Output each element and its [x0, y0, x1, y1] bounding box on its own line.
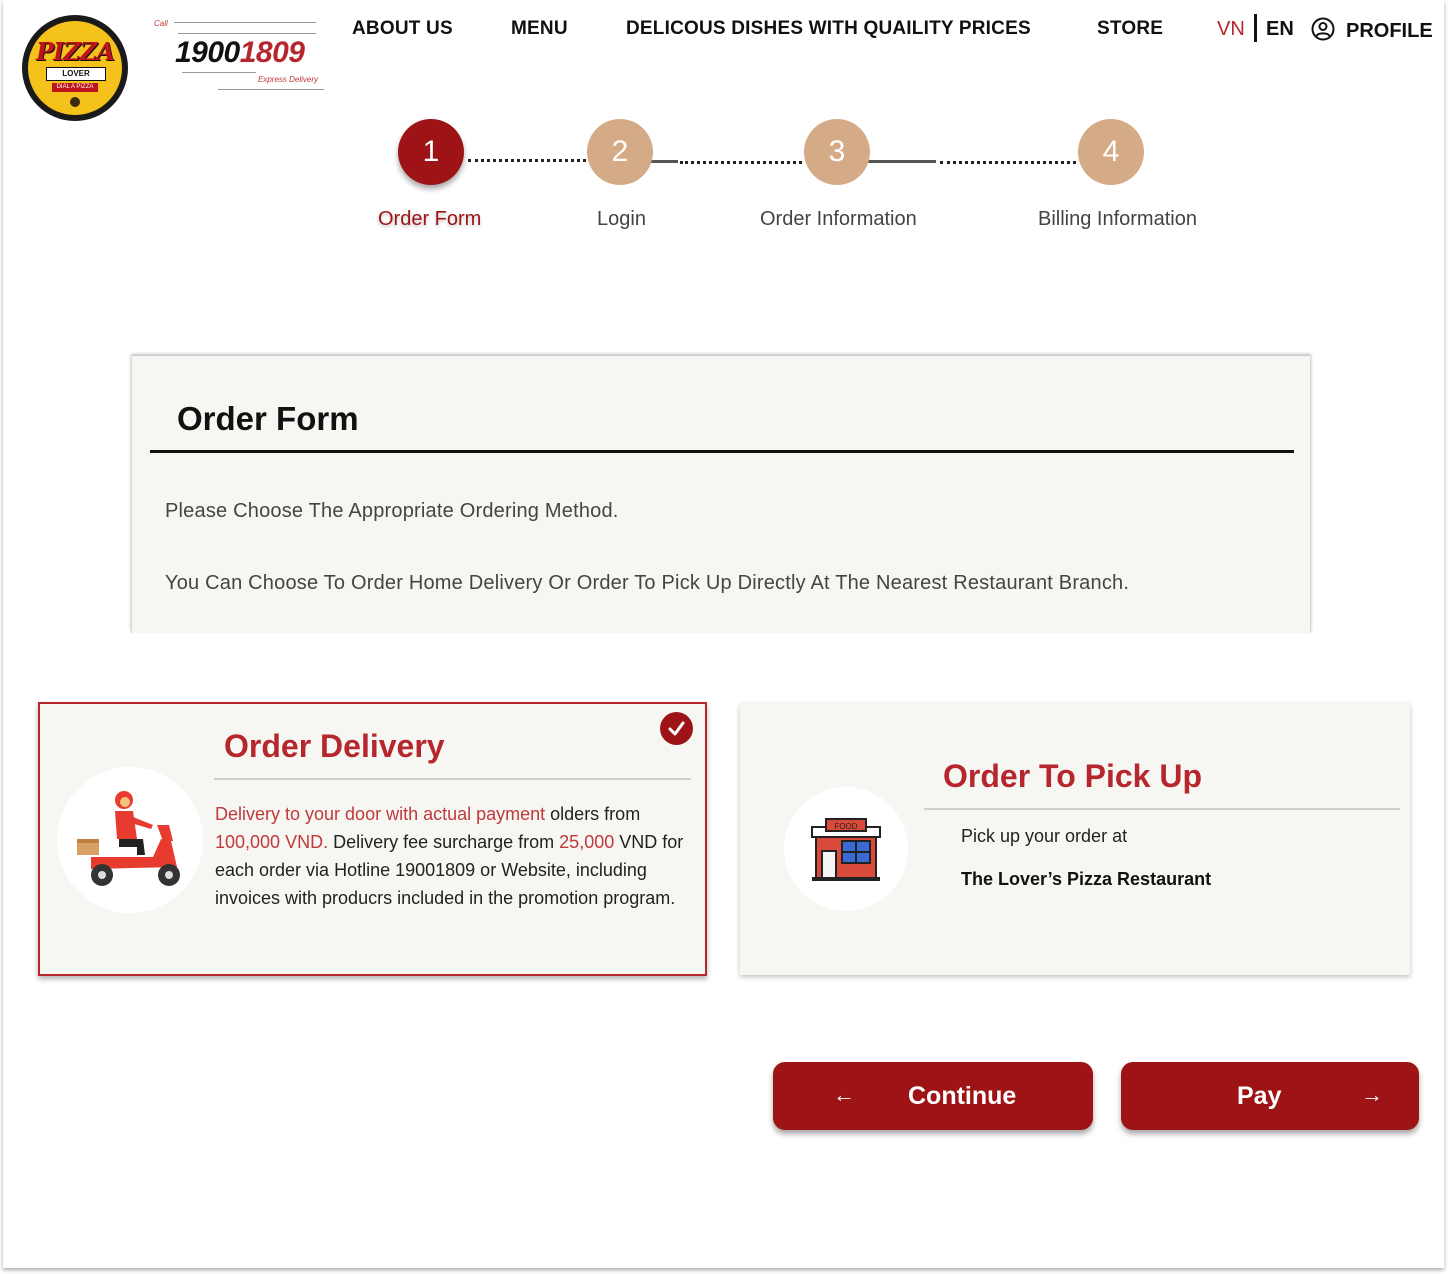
nav-store[interactable]: STORE: [1097, 18, 1163, 40]
arrow-right-icon: →: [1361, 1082, 1383, 1107]
card-divider: [214, 778, 691, 780]
step-1-circle[interactable]: 1: [398, 119, 464, 185]
scooter-icon-circle: [57, 767, 203, 913]
pay-label: Pay: [1237, 1082, 1282, 1110]
store-icon-circle: FOOD: [784, 787, 908, 911]
desc-text: olders from: [545, 804, 641, 824]
step-connector: [650, 160, 678, 163]
step-1-label: Order Form: [378, 208, 482, 230]
step-4-label: Billing Information: [1038, 208, 1197, 230]
hotline-rule: [218, 89, 324, 90]
delivery-scooter-icon: [77, 791, 180, 886]
continue-button[interactable]: ← Continue: [773, 1062, 1093, 1130]
order-form-instruction: Please Choose The Appropriate Ordering M…: [165, 500, 619, 522]
hotline-rule: [182, 72, 256, 73]
step-3-label: Order Information: [760, 208, 917, 230]
lang-en[interactable]: EN: [1266, 18, 1294, 41]
step-connector: [680, 161, 802, 164]
logo-dial: DIAL A PIZZA: [52, 83, 98, 92]
hotline-number-part: 1809: [239, 36, 305, 69]
card-divider: [924, 808, 1400, 810]
continue-label: Continue: [908, 1082, 1017, 1110]
desc-highlight: Delivery to your door with actual paymen…: [215, 804, 546, 824]
order-pickup-title: Order To Pick Up: [943, 758, 1203, 794]
pay-button[interactable]: Pay →: [1121, 1062, 1419, 1130]
store-icon: FOOD: [811, 818, 881, 881]
selected-check-icon: [660, 712, 693, 745]
hotline-number-part: 1900: [175, 36, 240, 69]
nav-dishes[interactable]: DELICOUS DISHES WITH QUAILITY PRICES: [626, 18, 1031, 40]
profile-link[interactable]: PROFILE: [1346, 20, 1433, 43]
step-connector: [940, 161, 1076, 164]
pickup-restaurant-name: The Lover’s Pizza Restaurant: [961, 869, 1212, 889]
step-2-label: Login: [597, 208, 646, 230]
profile-icon[interactable]: [1311, 17, 1335, 41]
nav-menu[interactable]: MENU: [511, 18, 568, 40]
desc-highlight: 100,000 VND.: [215, 832, 329, 852]
lang-vn[interactable]: VN: [1217, 18, 1245, 41]
nav-about-us[interactable]: ABOUT US: [352, 18, 453, 40]
logo-lover: LOVER: [46, 67, 106, 81]
order-delivery-title: Order Delivery: [224, 728, 445, 764]
order-delivery-description: Delivery to your door with actual paymen…: [215, 800, 690, 912]
logo-pizza-icon: [70, 97, 80, 107]
store-sign: FOOD: [834, 822, 857, 831]
brand-logo[interactable]: PIZZA LOVER DIAL A PIZZA: [22, 15, 128, 121]
step-3-circle[interactable]: 3: [804, 119, 870, 185]
order-form-title: Order Form: [177, 400, 359, 437]
hotline-rule: [178, 33, 316, 34]
lang-divider: [1254, 14, 1257, 42]
hotline-call-label: Call: [154, 19, 168, 28]
order-form-description: You Can Choose To Order Home Delivery Or…: [165, 572, 1130, 594]
logo-word: PIZZA: [36, 37, 115, 66]
step-connector: [468, 159, 586, 162]
desc-highlight: 25,000: [559, 832, 615, 852]
hotline-number[interactable]: 19001809: [175, 36, 305, 70]
desc-text: Delivery fee surcharge from: [328, 832, 560, 852]
step-2-circle[interactable]: 2: [587, 119, 653, 185]
step-4-circle[interactable]: 4: [1078, 119, 1144, 185]
arrow-left-icon: ←: [833, 1082, 855, 1107]
hotline-rule: [174, 22, 316, 23]
hotline-tagline: Express Delivery: [258, 75, 319, 84]
pickup-instruction: Pick up your order at: [961, 826, 1128, 846]
step-connector: [868, 160, 936, 163]
order-form-divider: [150, 450, 1294, 453]
